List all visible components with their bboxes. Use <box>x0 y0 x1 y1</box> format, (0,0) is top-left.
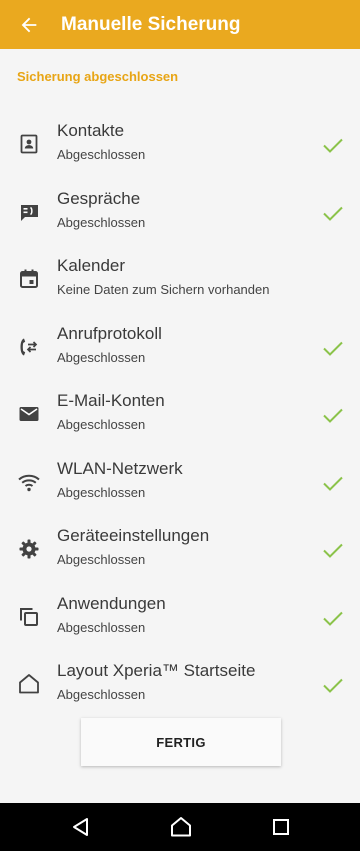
item-label: Gespräche <box>57 188 141 208</box>
list-item-home-layout: Layout Xperia™ Startseite Abgeschlossen <box>0 652 360 720</box>
home-nav-icon[interactable] <box>169 815 193 839</box>
call-log-icon <box>20 338 38 355</box>
list-item-applications: Anwendungen Abgeschlossen <box>0 585 360 653</box>
done-button[interactable]: FERTIG <box>81 718 281 766</box>
item-status: Abgeschlossen <box>57 552 146 567</box>
back-triangle-icon[interactable] <box>69 815 93 839</box>
list-item-device-settings: Geräteeinstellungen Abgeschlossen <box>0 517 360 585</box>
app-bar: Manuelle Sicherung <box>0 0 360 49</box>
check-icon <box>323 611 343 626</box>
check-icon <box>323 138 343 153</box>
item-label: Anrufprotokoll <box>57 323 162 343</box>
apps-icon <box>20 607 38 626</box>
item-status: Abgeschlossen <box>57 214 146 230</box>
item-status: Abgeschlossen <box>57 619 146 635</box>
item-status: Abgeschlossen <box>57 147 146 162</box>
message-icon <box>20 204 38 221</box>
list-item-email: E-Mail-Konten Abgeschlossen <box>0 382 360 450</box>
item-status: Abgeschlossen <box>57 484 146 500</box>
item-label: Layout Xperia™ Startseite <box>57 661 256 680</box>
item-label: WLAN-Netzwerk <box>57 458 183 478</box>
check-icon <box>323 341 343 356</box>
email-icon <box>19 407 39 421</box>
list-item-contacts: Kontakte Abgeschlossen <box>0 112 360 180</box>
backup-item-list: Kontakte Abgeschlossen Gespräche Abgesch… <box>0 112 360 720</box>
list-item-wifi: WLAN-Netzwerk Abgeschlossen <box>0 450 360 518</box>
home-icon <box>19 674 39 694</box>
check-icon <box>323 206 343 221</box>
item-label: E-Mail-Konten <box>57 391 165 410</box>
arrow-left-icon <box>21 17 37 32</box>
list-item-messages: Gespräche Abgeschlossen <box>0 180 360 248</box>
recents-icon[interactable] <box>269 815 293 839</box>
section-header: Sicherung abgeschlossen <box>17 69 179 84</box>
item-status: Abgeschlossen <box>57 417 146 432</box>
contact-icon <box>20 134 38 154</box>
check-icon <box>323 678 343 693</box>
list-item-calendar: Kalender Keine Daten zum Sichern vorhand… <box>0 247 360 315</box>
item-label: Kalender <box>57 256 126 275</box>
item-status: Keine Daten zum Sichern vorhanden <box>57 282 270 297</box>
item-status: Abgeschlossen <box>57 687 146 702</box>
back-button[interactable] <box>0 0 58 49</box>
settings-gear-icon <box>19 539 39 559</box>
wifi-icon <box>18 474 40 491</box>
navigation-bar <box>0 803 360 851</box>
check-icon <box>323 543 343 558</box>
check-icon <box>323 408 343 423</box>
page-title: Manuelle Sicherung <box>61 13 241 35</box>
item-status: Abgeschlossen <box>57 349 146 365</box>
calendar-icon <box>20 269 38 288</box>
item-label: Geräteeinstellungen <box>57 526 210 545</box>
item-label: Kontakte <box>57 121 125 140</box>
check-icon <box>323 476 343 491</box>
item-label: Anwendungen <box>57 593 166 613</box>
list-item-call-log: Anrufprotokoll Abgeschlossen <box>0 315 360 383</box>
